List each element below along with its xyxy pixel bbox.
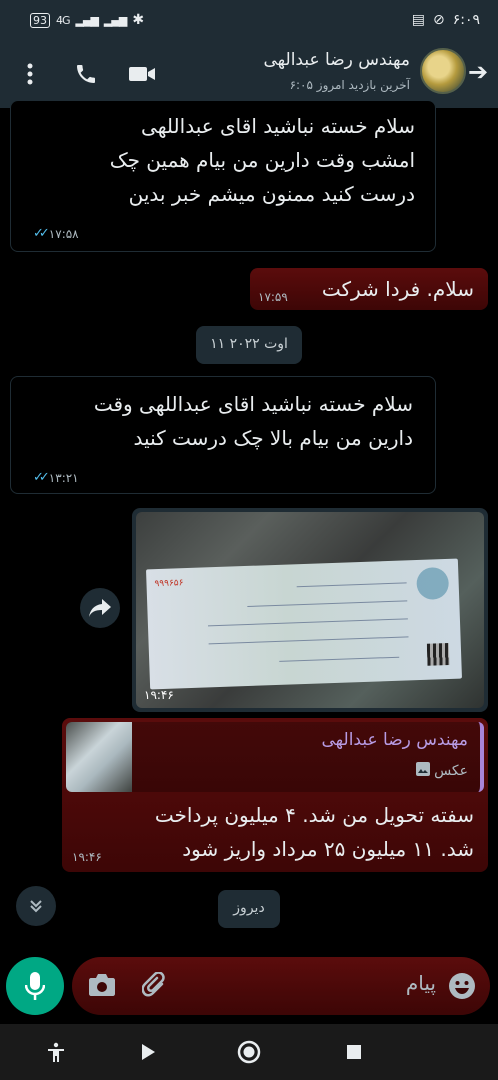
chat-header: ➔ مهندس رضا عبدالهی آخرین بازدید امروز ۶… <box>0 40 498 108</box>
message-line: درست کنید ممنون میشم خبر بدین <box>128 182 415 206</box>
quoted-type: عکس <box>416 762 468 780</box>
emoji-icon[interactable] <box>448 972 476 1004</box>
back-triangle-icon[interactable] <box>134 1038 162 1066</box>
signal-4g-icon: 4G <box>56 13 70 27</box>
message-time: ۱۷:۵۹ <box>258 290 288 304</box>
avatar[interactable] <box>420 48 466 94</box>
message-line: دارین من بیام بالا چک درست کنید <box>133 426 413 450</box>
recents-square-icon[interactable] <box>340 1038 368 1066</box>
message-bubble[interactable]: سلام خسته نباشید اقای عبداللهی وقت دارین… <box>10 376 436 494</box>
system-nav-bar <box>0 1024 498 1080</box>
time-label: ۱۳:۲۱ <box>48 470 79 485</box>
accessibility-icon[interactable] <box>42 1038 70 1066</box>
cheque-number: ۹۹۹۶۵۶ <box>154 578 184 590</box>
phone-icon[interactable] <box>72 60 100 88</box>
contact-name[interactable]: مهندس رضا عبدالهی <box>264 50 410 70</box>
message-time: ۱۹:۴۶ <box>72 850 102 864</box>
message-line: سلام خسته نباشید اقای عبداللهی <box>141 114 415 138</box>
image-message[interactable]: ۹۹۹۶۵۶ ۱۹:۴۶ <box>132 508 488 712</box>
time-label: ۱۷:۵۸ <box>48 226 79 241</box>
last-seen: آخرین بازدید امروز ۶:۰۵ <box>289 78 410 92</box>
cheque-photo[interactable]: ۹۹۹۶۵۶ ۱۹:۴۶ <box>136 512 484 708</box>
mic-icon[interactable] <box>6 957 64 1015</box>
image-icon <box>416 762 431 780</box>
status-left: 93 4G ▂▄▆ ▂▄▆ ✱ <box>30 12 144 28</box>
video-icon[interactable] <box>128 60 156 88</box>
message-bubble[interactable]: مهندس رضا عبدالهی عکس سفته تحویل من شد. … <box>62 718 488 872</box>
back-arrow-icon[interactable]: ➔ <box>464 58 492 86</box>
home-circle-icon[interactable] <box>235 1038 263 1066</box>
status-right: ▤ ⊘ ۶:۰۹ <box>412 12 480 28</box>
message-line: سفته تحویل من شد. ۴ میلیون پرداخت <box>154 803 474 827</box>
attach-icon[interactable] <box>141 971 168 1004</box>
bluetooth-icon: ✱ <box>132 12 145 28</box>
message-time: ✓✓ ۱۳:۲۱ <box>33 470 79 485</box>
battery-icon: 93 <box>30 12 50 28</box>
message-line: سلام خسته نباشید اقای عبداللهی وقت <box>93 392 413 416</box>
quoted-thumbnail <box>66 722 132 792</box>
signal-2-icon: ▂▄▆ <box>103 13 127 27</box>
quoted-sender: مهندس رضا عبدالهی <box>321 730 468 750</box>
notification-icon: ▤ <box>411 12 425 28</box>
date-chip: دیروز <box>218 890 280 928</box>
input-placeholder: پیام <box>405 971 436 995</box>
message-input[interactable]: پیام <box>72 957 490 1015</box>
message-bubble[interactable]: سلام. فردا شرکت ۱۷:۵۹ <box>250 268 488 310</box>
message-bubble[interactable]: سلام خسته نباشید اقای عبداللهی امشب وقت … <box>10 100 436 252</box>
date-chip: ۱۱ اوت ۲۰۲۲ <box>196 326 302 364</box>
forward-icon[interactable] <box>80 588 120 628</box>
message-line: شد. ۱۱ میلیون ۲۵ مرداد واریز شود <box>182 837 474 861</box>
quoted-message[interactable]: مهندس رضا عبدالهی عکس <box>66 722 484 792</box>
qr-code <box>426 642 450 666</box>
message-line: امشب وقت دارین من بیام همین چک <box>109 148 415 172</box>
status-bar: 93 4G ▂▄▆ ▂▄▆ ✱ ▤ ⊘ ۶:۰۹ <box>0 0 498 40</box>
message-text: سلام. فردا شرکت <box>321 277 474 301</box>
header-actions <box>16 60 156 88</box>
stamp-mark <box>416 566 450 601</box>
clock-time: ۶:۰۹ <box>452 12 480 28</box>
chevrons-down-icon[interactable] <box>16 886 56 926</box>
read-ticks-icon: ✓✓ <box>33 226 50 241</box>
cheque-image: ۹۹۹۶۵۶ <box>146 558 462 690</box>
read-ticks-icon: ✓✓ <box>33 470 50 485</box>
message-time: ✓✓ ۱۷:۵۸ <box>33 226 79 241</box>
signal-icon: ▂▄▆ <box>75 13 99 27</box>
menu-icon[interactable] <box>16 60 44 88</box>
camera-icon[interactable] <box>88 972 116 1002</box>
alarm-off-icon: ⊘ <box>432 12 445 28</box>
message-time: ۱۹:۴۶ <box>144 688 174 702</box>
quoted-type-label: عکس <box>434 763 468 779</box>
